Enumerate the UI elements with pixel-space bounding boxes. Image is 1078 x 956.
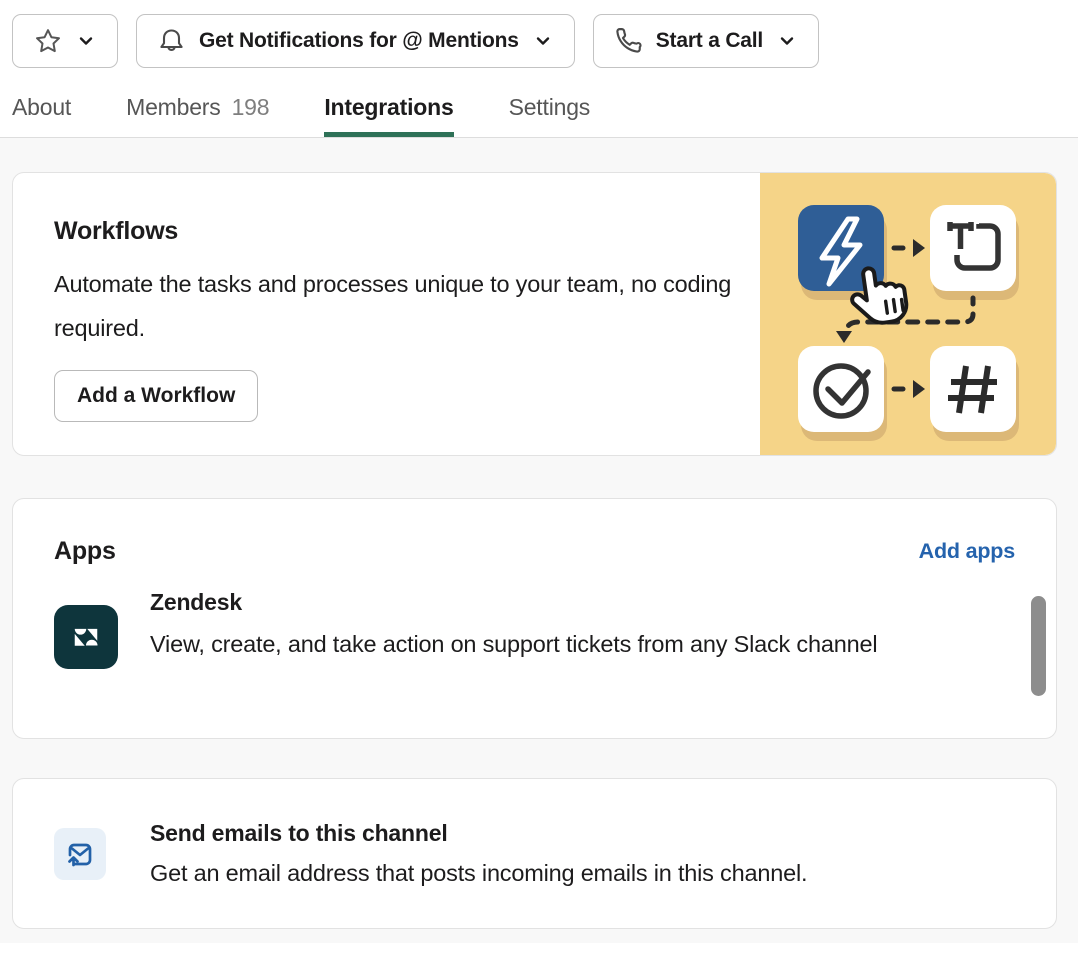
workflow-diagram-illustration — [760, 173, 1056, 456]
tab-about-label: About — [12, 94, 71, 120]
channel-hash-tile — [930, 346, 1016, 432]
tab-settings-label: Settings — [509, 94, 591, 120]
chevron-down-icon — [76, 31, 96, 51]
add-workflow-button[interactable]: Add a Workflow — [54, 370, 258, 422]
tab-members-label: Members — [126, 94, 220, 120]
apps-card: Apps Add apps Zendesk View, create, and … — [12, 498, 1057, 739]
channel-details-header: Get Notifications for @ Mentions Start a… — [0, 0, 1078, 138]
integrations-panel: Workflows Automate the tasks and process… — [0, 138, 1078, 943]
chevron-down-icon — [533, 31, 553, 51]
chevron-down-icon — [777, 31, 797, 51]
notifications-button[interactable]: Get Notifications for @ Mentions — [136, 14, 575, 68]
text-frame-tile — [930, 205, 1016, 291]
apps-title: Apps — [54, 537, 116, 566]
tab-settings[interactable]: Settings — [509, 94, 591, 137]
star-icon — [34, 27, 62, 55]
workflows-content: Workflows Automate the tasks and process… — [13, 173, 723, 422]
add-apps-link[interactable]: Add apps — [919, 539, 1015, 564]
check-circle-tile — [798, 346, 884, 432]
members-count: 198 — [232, 94, 270, 120]
workflows-title: Workflows — [54, 217, 723, 246]
send-emails-card[interactable]: Send emails to this channel Get an email… — [12, 778, 1057, 929]
toolbar: Get Notifications for @ Mentions Start a… — [0, 0, 1078, 68]
star-channel-button[interactable] — [12, 14, 118, 68]
app-description: View, create, and take action on support… — [150, 622, 980, 666]
tab-integrations[interactable]: Integrations — [324, 94, 453, 137]
start-call-button[interactable]: Start a Call — [593, 14, 819, 68]
workflows-illustration — [760, 173, 1056, 455]
channel-tabs: About Members 198 Integrations Settings — [0, 68, 1078, 137]
incoming-email-icon — [54, 828, 106, 880]
workflows-description: Automate the tasks and processes unique … — [54, 262, 734, 350]
app-name: Zendesk — [150, 589, 980, 616]
bell-icon — [158, 27, 185, 56]
send-emails-description: Get an email address that posts incoming… — [150, 860, 807, 887]
send-emails-title: Send emails to this channel — [150, 820, 807, 847]
app-list-item-zendesk[interactable]: Zendesk View, create, and take action on… — [13, 566, 1056, 669]
tab-about[interactable]: About — [12, 94, 71, 137]
start-call-button-label: Start a Call — [656, 29, 763, 53]
apps-scrollbar-thumb[interactable] — [1031, 596, 1046, 696]
tab-members[interactable]: Members 198 — [126, 94, 269, 137]
tab-integrations-label: Integrations — [324, 94, 453, 120]
phone-icon — [615, 28, 642, 55]
notifications-button-label: Get Notifications for @ Mentions — [199, 29, 519, 53]
workflows-card: Workflows Automate the tasks and process… — [12, 172, 1057, 456]
zendesk-logo-icon — [54, 605, 118, 669]
